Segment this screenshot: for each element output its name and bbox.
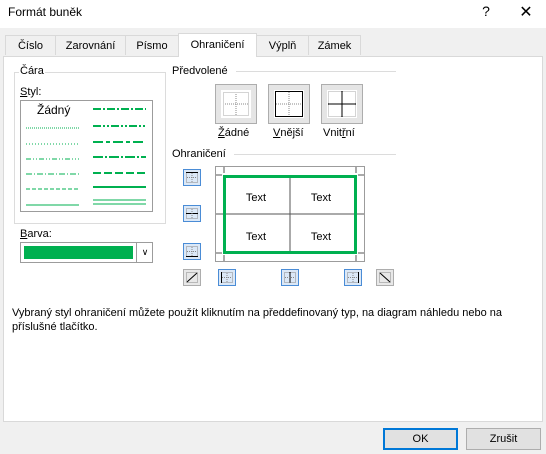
- line-style-samples[interactable]: [21, 101, 152, 211]
- preset-outline-label: Vnější: [273, 127, 304, 139]
- preset-inside-button[interactable]: [321, 84, 363, 124]
- tab-pismo[interactable]: Písmo: [125, 35, 179, 55]
- tab-zarovnani[interactable]: Zarovnání: [55, 35, 126, 55]
- border-diagonal-down-button[interactable]: [376, 269, 394, 286]
- hint-text: Vybraný styl ohraničení můžete použít kl…: [12, 307, 502, 333]
- tab-cislo[interactable]: Číslo: [5, 35, 56, 55]
- color-label: Barva:: [20, 228, 52, 240]
- tab-vypln[interactable]: Výplň: [256, 35, 309, 55]
- border-bottom-button[interactable]: [183, 243, 201, 260]
- tab-zamek[interactable]: Zámek: [308, 35, 361, 55]
- preview-cell-text: Text: [310, 192, 332, 204]
- preview-cell-text: Text: [245, 231, 267, 243]
- line-style-list[interactable]: Žádný: [20, 100, 153, 212]
- border-diagonal-up-button[interactable]: [183, 269, 201, 286]
- preset-inside-label: Vnitřní: [323, 127, 355, 139]
- preview-cell-text: Text: [245, 192, 267, 204]
- border-right-button[interactable]: [344, 269, 362, 286]
- presets-divider: [236, 71, 396, 72]
- window-title: Formát buněk: [8, 5, 83, 19]
- ok-button[interactable]: OK: [383, 428, 458, 450]
- border-inside-horizontal-button[interactable]: [183, 205, 201, 222]
- border-preview[interactable]: Text Text Text Text: [215, 166, 365, 262]
- border-inside-vertical-button[interactable]: [281, 269, 299, 286]
- color-swatch: [24, 246, 133, 259]
- style-label: Styl:: [20, 86, 42, 98]
- preset-none-label: Žádné: [218, 127, 250, 139]
- line-group-label: Čára: [19, 65, 45, 77]
- preset-outline-button[interactable]: [268, 84, 310, 124]
- color-picker[interactable]: ∨: [20, 242, 153, 263]
- preview-diagram[interactable]: [216, 167, 364, 261]
- help-button[interactable]: ?: [479, 3, 493, 23]
- presets-label: Předvolené: [172, 65, 228, 77]
- style-none-option[interactable]: Žádný: [37, 103, 70, 117]
- preview-cell-text: Text: [310, 231, 332, 243]
- border-divider: [234, 154, 396, 155]
- border-top-button[interactable]: [183, 169, 201, 186]
- tab-ohraniceni[interactable]: Ohraničení: [178, 33, 257, 57]
- border-left-button[interactable]: [218, 269, 236, 286]
- close-button[interactable]: ✕: [506, 0, 546, 26]
- preset-none-button[interactable]: [215, 84, 257, 124]
- cancel-button[interactable]: Zrušit: [466, 428, 541, 450]
- border-label: Ohraničení: [172, 148, 226, 160]
- chevron-down-icon[interactable]: ∨: [136, 243, 153, 262]
